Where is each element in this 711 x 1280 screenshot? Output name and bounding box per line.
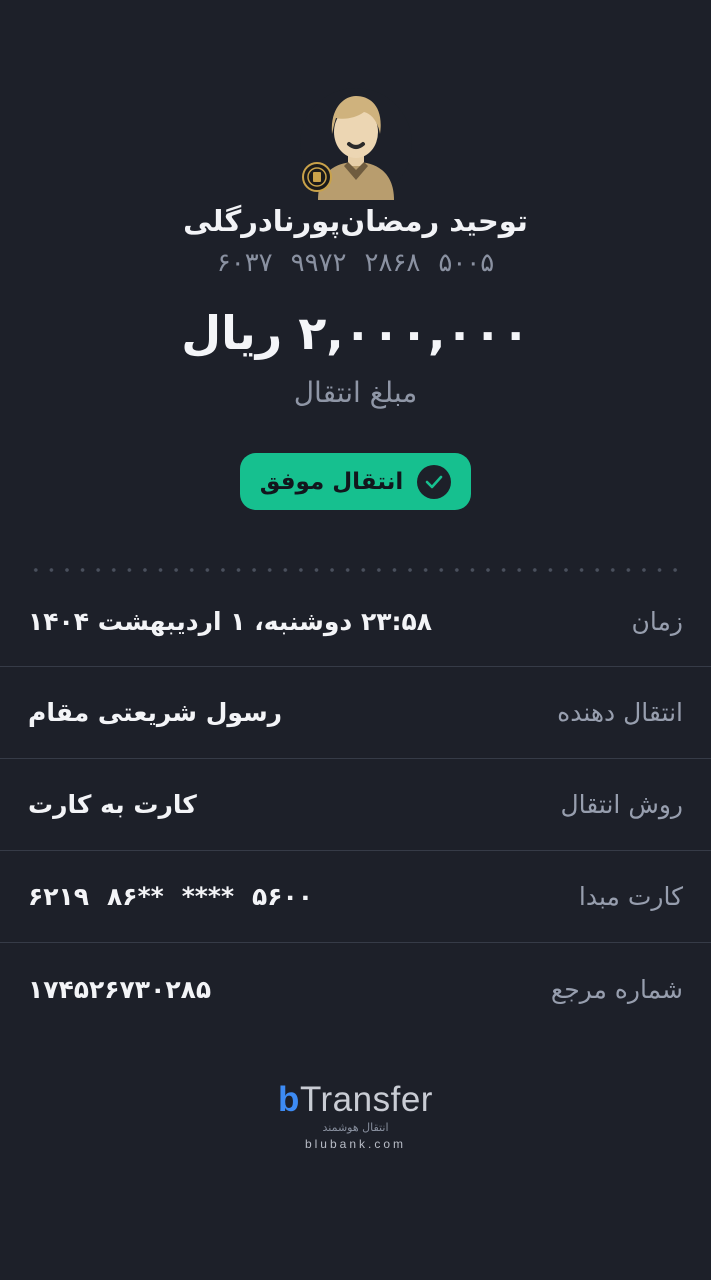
check-circle-icon (417, 464, 452, 499)
bank-logo-icon (302, 162, 332, 192)
card-group: ۵۰۰۵ (438, 248, 495, 278)
detail-row-time: ۲۳:۵۸ دوشنبه، ۱ اردیبهشت ۱۴۰۴ زمان (0, 576, 711, 667)
brand-domain: blubank.com (304, 1137, 407, 1151)
detail-row-sender: رسول شریعتی مقام انتقال دهنده (0, 667, 711, 759)
status-text: انتقال موفق (259, 468, 404, 495)
detail-value: ۶۲۱۹ ۸۶** **** ۵۶۰۰ (28, 882, 331, 911)
brand-tagline: انتقال هوشمند (322, 1121, 389, 1134)
status-badge: انتقال موفق (240, 453, 471, 510)
detail-label: روش انتقال (560, 790, 684, 819)
detail-label: شماره مرجع (550, 974, 683, 1004)
card-group: ۹۹۷۲ (290, 248, 347, 278)
card-group: ۸۶** (107, 882, 164, 911)
dotted-divider (28, 568, 683, 572)
recipient-name: توحید رمضان‌پورنادرگلی (183, 204, 528, 238)
card-group: ۲۸۶۸ (364, 248, 421, 278)
detail-row-source-card: ۶۲۱۹ ۸۶** **** ۵۶۰۰ کارت مبدا (0, 851, 711, 943)
detail-row-method: کارت به کارت روش انتقال (0, 759, 711, 851)
detail-label: زمان (631, 606, 683, 636)
detail-label: کارت مبدا (578, 882, 683, 911)
transfer-amount: ۲,۰۰۰,۰۰۰ ریال (181, 306, 530, 360)
detail-label: انتقال دهنده (557, 698, 683, 727)
recipient-avatar (300, 88, 412, 200)
detail-value: ۱۷۴۵۲۶۷۳۰۲۸۵ (28, 974, 212, 1004)
transfer-receipt-screen: توحید رمضان‌پورنادرگلی ۶۰۳۷ ۹۹۷۲ ۲۸۶۸ ۵۰۰۵ … (0, 0, 711, 1280)
transfer-details-list: ۲۳:۵۸ دوشنبه، ۱ اردیبهشت ۱۴۰۴ زمان رسول … (0, 576, 711, 1035)
brand-footer: bTransfer انتقال هوشمند blubank.com (0, 1080, 711, 1151)
detail-value: رسول شریعتی مقام (28, 698, 283, 727)
recipient-card-number: ۶۰۳۷ ۹۹۷۲ ۲۸۶۸ ۵۰۰۵ (0, 248, 711, 278)
card-group: ۵۶۰۰ (252, 882, 314, 911)
transfer-amount-label: مبلغ انتقال (293, 376, 418, 409)
detail-row-reference: ۱۷۴۵۲۶۷۳۰۲۸۵ شماره مرجع (0, 943, 711, 1035)
card-group: ۶۲۱۹ (28, 882, 90, 911)
detail-value: ۲۳:۵۸ دوشنبه، ۱ اردیبهشت ۱۴۰۴ (28, 606, 432, 636)
detail-value: کارت به کارت (28, 790, 197, 819)
card-group: ۶۰۳۷ (216, 248, 273, 278)
card-group: **** (181, 882, 235, 911)
btransfer-logo: bTransfer (278, 1080, 433, 1119)
